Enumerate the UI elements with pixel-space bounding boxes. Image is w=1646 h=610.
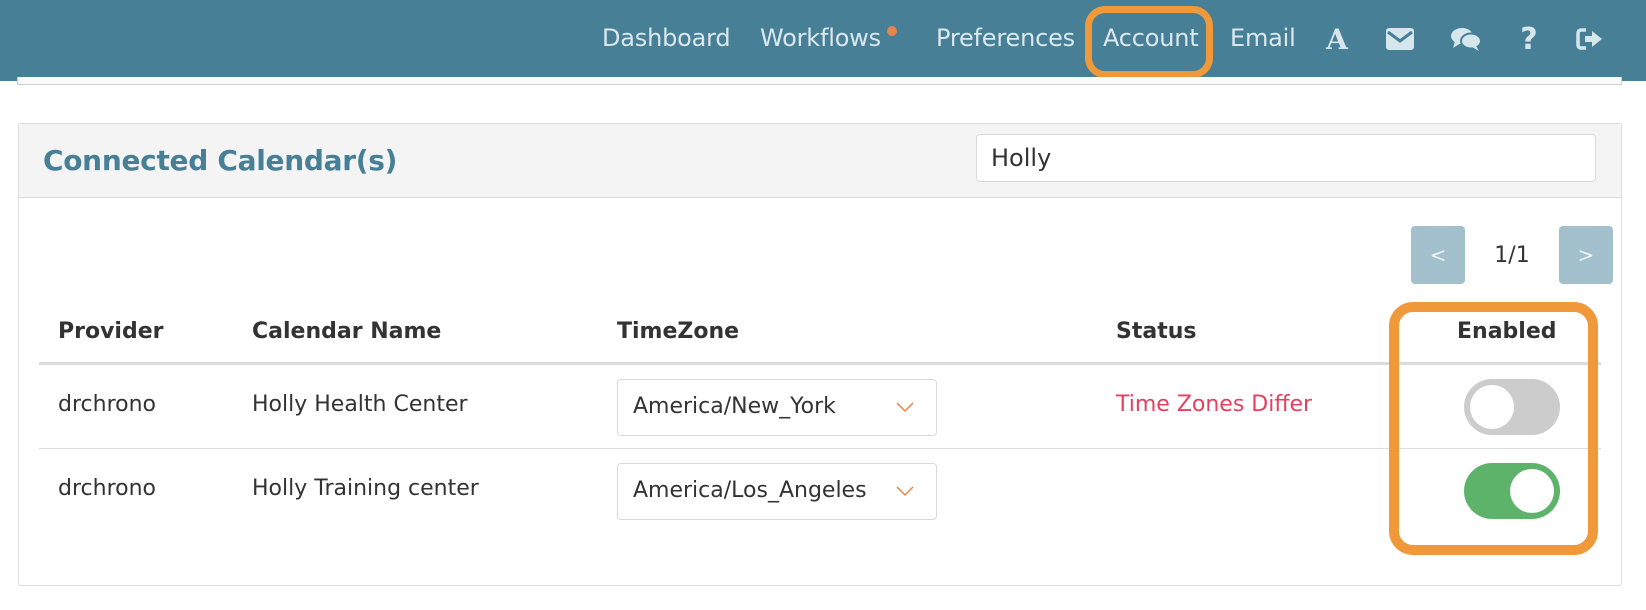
prev-page-button[interactable]: <: [1411, 226, 1465, 284]
nav-workflows[interactable]: Workflows: [760, 24, 897, 52]
top-navigation-bar: Dashboard Workflows Preferences Account …: [0, 0, 1646, 81]
column-header-enabled: Enabled: [1457, 319, 1557, 344]
calendars-table: Provider Calendar Name TimeZone Status E…: [39, 302, 1601, 533]
logout-icon[interactable]: [1573, 22, 1607, 56]
connected-calendars-panel: Connected Calendar(s) < 1/1 > Provider C…: [18, 123, 1622, 586]
column-header-status: Status: [1116, 319, 1197, 344]
timezone-value: America/New_York: [633, 394, 836, 419]
toggle-knob: [1510, 469, 1554, 513]
panel-header: Connected Calendar(s): [19, 124, 1621, 198]
column-header-timezone: TimeZone: [617, 319, 740, 344]
nav-email[interactable]: Email: [1230, 24, 1296, 52]
next-page-button[interactable]: >: [1559, 226, 1613, 284]
provider-cell: drchrono: [58, 476, 156, 501]
pagination: < 1/1 >: [1411, 226, 1613, 284]
nav-dashboard[interactable]: Dashboard: [602, 24, 731, 52]
table-row: drchrono Holly Health Center America/New…: [39, 365, 1601, 449]
timezone-select[interactable]: America/New_York: [617, 379, 937, 436]
timezone-value: America/Los_Angeles: [633, 478, 867, 503]
column-header-calendar-name: Calendar Name: [252, 319, 442, 344]
table-header: Provider Calendar Name TimeZone Status E…: [39, 302, 1601, 365]
font-icon[interactable]: A: [1320, 22, 1354, 56]
toggle-knob: [1470, 385, 1514, 429]
page-indicator: 1/1: [1494, 242, 1530, 268]
notification-dot-icon: [886, 26, 897, 36]
calendar-name-cell: Holly Health Center: [252, 392, 468, 417]
nav-preferences[interactable]: Preferences: [936, 24, 1075, 52]
calendar-name-cell: Holly Training center: [252, 476, 479, 501]
column-header-provider: Provider: [58, 319, 164, 344]
nav-workflows-label: Workflows: [760, 24, 881, 52]
envelope-icon[interactable]: [1383, 22, 1417, 56]
table-row: drchrono Holly Training center America/L…: [39, 449, 1601, 533]
chevron-down-icon: [896, 486, 914, 497]
sub-header-strip: [17, 77, 1622, 85]
enabled-toggle[interactable]: [1464, 379, 1560, 435]
status-cell: Time Zones Differ: [1116, 392, 1313, 417]
timezone-select[interactable]: America/Los_Angeles: [617, 463, 937, 520]
help-icon[interactable]: ?: [1512, 22, 1546, 57]
enabled-toggle[interactable]: [1464, 463, 1560, 519]
calendar-search-input[interactable]: [976, 134, 1596, 182]
chevron-down-icon: [896, 402, 914, 413]
chat-icon[interactable]: [1449, 22, 1483, 56]
panel-title: Connected Calendar(s): [43, 144, 398, 177]
provider-cell: drchrono: [58, 392, 156, 417]
nav-account[interactable]: Account: [1103, 24, 1199, 52]
